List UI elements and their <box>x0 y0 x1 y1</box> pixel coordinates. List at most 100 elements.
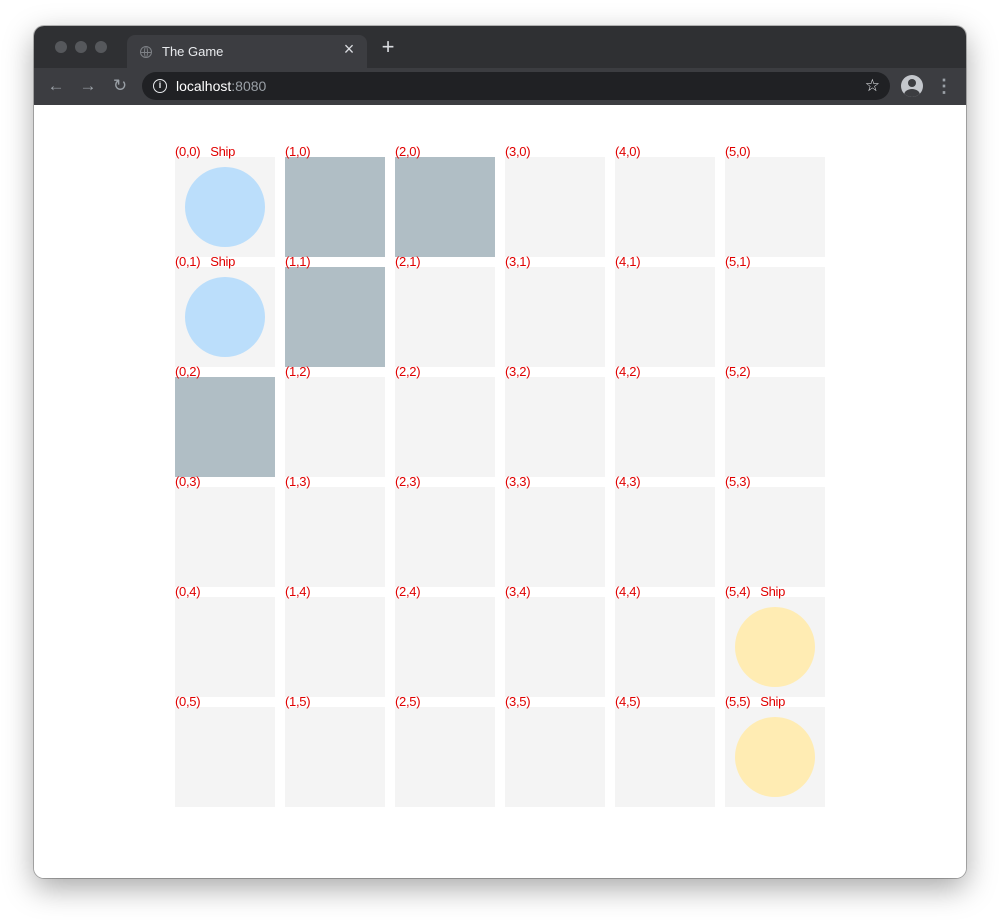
empty-cell[interactable]: (5,2) <box>725 364 825 477</box>
empty-cell[interactable]: (0,4) <box>175 584 275 697</box>
empty-cell[interactable]: (0,3) <box>175 474 275 587</box>
url-port: :8080 <box>231 78 267 94</box>
maximize-window-button[interactable] <box>95 41 107 53</box>
ship-label: Ship <box>760 694 786 709</box>
cell-label: (5,1) <box>725 254 751 269</box>
empty-cell[interactable]: (1,3) <box>285 474 385 587</box>
empty-cell[interactable]: (2,2) <box>395 364 495 477</box>
empty-cell[interactable]: (4,1) <box>615 254 715 367</box>
close-icon[interactable]: × <box>340 40 358 58</box>
window-controls <box>55 41 107 53</box>
empty-cell[interactable]: (0,5) <box>175 694 275 807</box>
empty-cell[interactable]: (2,5) <box>395 694 495 807</box>
plus-icon[interactable]: + <box>378 36 398 58</box>
cell-coordinate: (2,5) <box>395 694 421 709</box>
profile-icon[interactable] <box>901 75 923 97</box>
forward-arrow-icon[interactable]: → <box>77 75 99 97</box>
cell-coordinate: (0,3) <box>175 474 201 489</box>
empty-cell[interactable]: (1,2) <box>285 364 385 477</box>
url-text: localhost:8080 <box>176 78 266 94</box>
empty-cell[interactable]: (4,2) <box>615 364 715 477</box>
empty-cell[interactable]: (1,4) <box>285 584 385 697</box>
back-arrow-icon[interactable]: ← <box>45 75 67 97</box>
empty-cell[interactable]: (5,1) <box>725 254 825 367</box>
cell-coordinate: (1,2) <box>285 364 311 379</box>
menu-icon[interactable]: ⋮ <box>935 75 953 97</box>
cell-coordinate: (1,4) <box>285 584 311 599</box>
empty-cell[interactable]: (4,5) <box>615 694 715 807</box>
yellow-ship-token[interactable] <box>735 717 815 797</box>
ship-label: Ship <box>760 584 786 599</box>
cell-coordinate: (0,2) <box>175 364 201 379</box>
cell-label: (0,1) Ship <box>175 254 235 269</box>
empty-cell[interactable]: (3,5) <box>505 694 605 807</box>
cell-label: (5,5) Ship <box>725 694 785 709</box>
empty-cell[interactable]: (3,2) <box>505 364 605 477</box>
wall-cell[interactable]: (2,0) <box>395 144 495 257</box>
cell-label: (1,4) <box>285 584 311 599</box>
cell-label: (2,3) <box>395 474 421 489</box>
empty-cell[interactable]: (5,0) <box>725 144 825 257</box>
tab-the-game[interactable]: The Game × <box>127 35 367 68</box>
cell-coordinate: (0,5) <box>175 694 201 709</box>
info-icon[interactable]: i <box>153 79 167 93</box>
browser-window: The Game × + ← → ↻ i localhost:8080 ☆ ⋮ … <box>34 26 966 878</box>
cell-label: (2,0) <box>395 144 421 159</box>
ship-cell[interactable]: (5,4) Ship <box>725 584 825 697</box>
empty-cell[interactable]: (4,3) <box>615 474 715 587</box>
cell-label: (5,3) <box>725 474 751 489</box>
page-content: (0,0) Ship (1,0) (2,0) (3,0) (4,0) (5,0) (0,1) S… <box>34 105 966 878</box>
empty-cell[interactable]: (5,3) <box>725 474 825 587</box>
cell-coordinate: (0,4) <box>175 584 201 599</box>
ship-cell[interactable]: (0,1) Ship <box>175 254 275 367</box>
cell-label: (3,5) <box>505 694 531 709</box>
empty-cell[interactable]: (1,5) <box>285 694 385 807</box>
cell-label: (3,2) <box>505 364 531 379</box>
cell-coordinate: (5,2) <box>725 364 751 379</box>
minimize-window-button[interactable] <box>75 41 87 53</box>
cell-label: (0,2) <box>175 364 201 379</box>
cell-label: (0,4) <box>175 584 201 599</box>
wall-cell[interactable]: (1,0) <box>285 144 385 257</box>
yellow-ship-token[interactable] <box>735 607 815 687</box>
cell-coordinate: (2,3) <box>395 474 421 489</box>
cell-coordinate: (3,0) <box>505 144 531 159</box>
cell-label: (1,3) <box>285 474 311 489</box>
tab-bar: The Game × + <box>34 26 966 68</box>
empty-cell[interactable]: (2,4) <box>395 584 495 697</box>
blue-ship-token[interactable] <box>185 167 265 247</box>
cell-coordinate: (2,1) <box>395 254 421 269</box>
empty-cell[interactable]: (3,4) <box>505 584 605 697</box>
wall-cell[interactable]: (1,1) <box>285 254 385 367</box>
empty-cell[interactable]: (4,0) <box>615 144 715 257</box>
cell-coordinate: (0,0) <box>175 144 201 159</box>
close-window-button[interactable] <box>55 41 67 53</box>
cell-label: (2,2) <box>395 364 421 379</box>
address-bar[interactable]: i localhost:8080 ☆ <box>142 72 890 100</box>
ship-cell[interactable]: (5,5) Ship <box>725 694 825 807</box>
empty-cell[interactable]: (3,1) <box>505 254 605 367</box>
cell-label: (3,4) <box>505 584 531 599</box>
cell-coordinate: (3,2) <box>505 364 531 379</box>
cell-coordinate: (3,4) <box>505 584 531 599</box>
cell-label: (3,0) <box>505 144 531 159</box>
cell-coordinate: (3,3) <box>505 474 531 489</box>
reload-icon[interactable]: ↻ <box>109 75 131 97</box>
empty-cell[interactable]: (3,0) <box>505 144 605 257</box>
profile-shoulders <box>904 89 920 97</box>
ship-cell[interactable]: (0,0) Ship <box>175 144 275 257</box>
empty-cell[interactable]: (2,1) <box>395 254 495 367</box>
empty-cell[interactable]: (2,3) <box>395 474 495 587</box>
url-host: localhost <box>176 78 232 94</box>
blue-ship-token[interactable] <box>185 277 265 357</box>
star-icon[interactable]: ☆ <box>865 76 880 96</box>
cell-coordinate: (5,1) <box>725 254 751 269</box>
cell-label: (0,5) <box>175 694 201 709</box>
globe-icon <box>140 46 152 58</box>
cell-coordinate: (1,3) <box>285 474 311 489</box>
ship-label: Ship <box>210 254 236 269</box>
empty-cell[interactable]: (3,3) <box>505 474 605 587</box>
cell-coordinate: (4,0) <box>615 144 641 159</box>
wall-cell[interactable]: (0,2) <box>175 364 275 477</box>
empty-cell[interactable]: (4,4) <box>615 584 715 697</box>
